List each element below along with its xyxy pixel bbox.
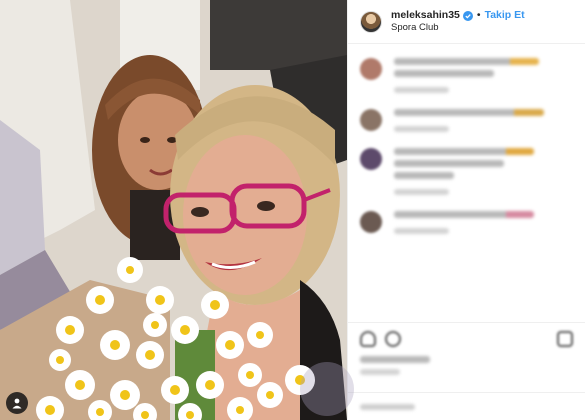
heart-icon[interactable] bbox=[360, 331, 376, 347]
likes-count-blurred bbox=[360, 356, 430, 363]
comment-text-blurred bbox=[394, 148, 534, 155]
add-comment-bar[interactable] bbox=[348, 392, 585, 420]
person-icon bbox=[12, 398, 22, 409]
comment-item bbox=[348, 58, 585, 93]
watermark-logo bbox=[300, 362, 354, 416]
follow-button[interactable]: Takip Et bbox=[485, 9, 525, 22]
comment-text-blurred bbox=[394, 172, 454, 179]
selfie-illustration bbox=[0, 0, 347, 420]
author-username[interactable]: meleksahin35 bbox=[391, 9, 460, 22]
post-date-blurred bbox=[360, 369, 400, 375]
verified-badge-icon bbox=[462, 10, 473, 21]
action-bar bbox=[348, 322, 585, 383]
comment-meta-blurred bbox=[394, 189, 449, 195]
comment-text-blurred bbox=[394, 160, 504, 167]
post-location[interactable]: Spora Club bbox=[391, 22, 525, 34]
comment-icon[interactable] bbox=[385, 331, 401, 347]
comment-text-blurred bbox=[394, 70, 494, 77]
comment-text-blurred bbox=[394, 109, 544, 116]
comment-meta-blurred bbox=[394, 126, 449, 132]
comment-meta-blurred bbox=[394, 228, 449, 234]
comment-item bbox=[348, 211, 585, 234]
comment-text-blurred bbox=[394, 58, 539, 65]
comment-text-blurred bbox=[394, 211, 534, 218]
comment-item bbox=[348, 148, 585, 195]
commenter-avatar[interactable] bbox=[360, 109, 382, 131]
separator-dot: • bbox=[476, 9, 481, 21]
post-photo[interactable] bbox=[0, 0, 347, 420]
author-avatar[interactable] bbox=[360, 10, 382, 33]
post-side-panel: meleksahin35 • Takip Et Spora Club bbox=[347, 0, 585, 420]
commenter-avatar[interactable] bbox=[360, 211, 382, 233]
bookmark-icon[interactable] bbox=[557, 331, 573, 347]
commenter-avatar[interactable] bbox=[360, 148, 382, 170]
user-tag-button[interactable] bbox=[6, 392, 28, 414]
instagram-post: meleksahin35 • Takip Et Spora Club bbox=[0, 0, 585, 420]
comment-list bbox=[348, 58, 585, 250]
commenter-avatar[interactable] bbox=[360, 58, 382, 80]
comment-meta-blurred bbox=[394, 87, 449, 93]
comment-item bbox=[348, 109, 585, 132]
post-header: meleksahin35 • Takip Et Spora Club bbox=[348, 0, 585, 44]
